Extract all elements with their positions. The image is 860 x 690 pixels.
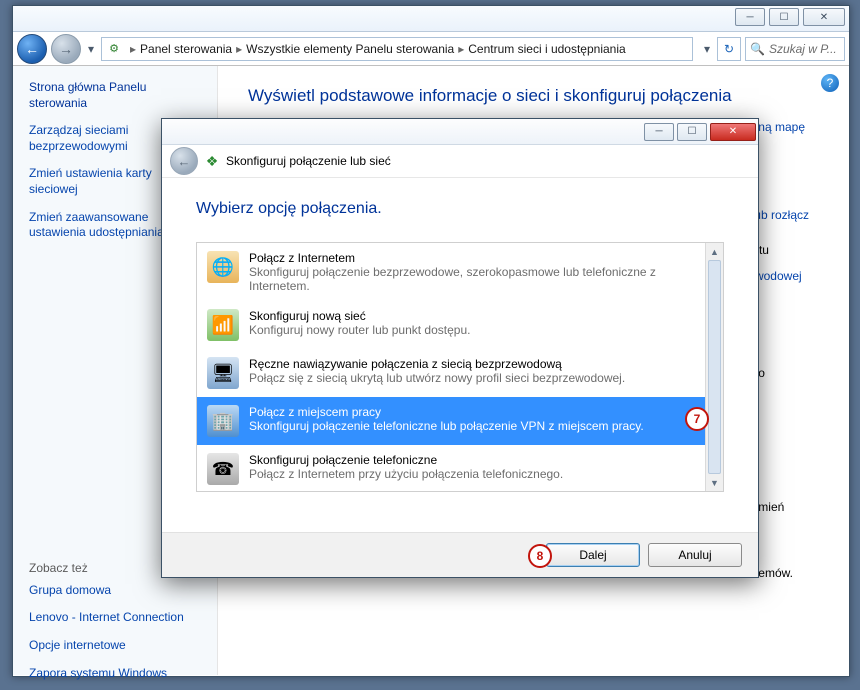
option-manual-wireless[interactable]: 🖥 Ręczne nawiązywanie połączenia z sieci… [197, 349, 723, 397]
nav-history-dropdown[interactable]: ▾ [85, 35, 97, 63]
router-icon: 📶 [207, 309, 239, 341]
main-toolbar: ← → ▾ ⚙ ▸ Panel sterowania ▸ Wszystkie e… [13, 32, 849, 66]
next-button[interactable]: Dalej [546, 543, 640, 567]
page-title: Wyświetl podstawowe informacje o sieci i… [248, 86, 819, 106]
monitor-wireless-icon: 🖥 [207, 357, 239, 389]
option-title: Skonfiguruj połączenie telefoniczne [249, 453, 563, 467]
building-icon: 🏢 [207, 405, 239, 437]
breadcrumb-dropdown[interactable]: ▾ [701, 35, 713, 63]
option-title: Połącz z miejscem pracy [249, 405, 644, 419]
option-title: Połącz z Internetem [249, 251, 697, 265]
globe-arrow-icon: 🌐 [207, 251, 239, 283]
breadcrumb[interactable]: ⚙ ▸ Panel sterowania ▸ Wszystkie element… [101, 37, 693, 61]
close-button[interactable]: ✕ [803, 8, 845, 26]
option-desc: Konfiguruj nowy router lub punkt dostępu… [249, 323, 470, 337]
breadcrumb-seg3[interactable]: Centrum sieci i udostępniania [468, 42, 625, 56]
dialog-button-bar: 8 Dalej Anuluj [162, 532, 758, 577]
wizard-dialog: ─ ☐ ✕ ← ❖ Skonfiguruj połączenie lub sie… [161, 118, 759, 578]
control-panel-icon: ⚙ [106, 41, 122, 57]
search-icon: 🔍 [750, 42, 765, 56]
phone-icon: ☎ [207, 453, 239, 485]
search-placeholder: Szukaj w P... [769, 42, 837, 56]
sidebar-sa-inetopts[interactable]: Opcje internetowe [29, 638, 201, 654]
option-desc: Połącz się z siecią ukrytą lub utwórz no… [249, 371, 625, 385]
minimize-button[interactable]: ─ [735, 8, 765, 26]
dialog-content: Wybierz opcję połączenia. 🌐 Połącz z Int… [162, 178, 758, 502]
option-list-scrollbar[interactable]: ▲ ▼ [705, 243, 723, 491]
dialog-minimize-button[interactable]: ─ [644, 123, 674, 141]
refresh-button[interactable]: ↻ [717, 37, 741, 61]
option-desc: Połącz z Internetem przy użyciu połączen… [249, 467, 563, 481]
nav-forward-button[interactable]: → [51, 34, 81, 64]
search-input[interactable]: 🔍 Szukaj w P... [745, 37, 845, 61]
dialog-titlebar: ─ ☐ ✕ [162, 119, 758, 145]
dialog-maximize-button[interactable]: ☐ [677, 123, 707, 141]
annotation-badge-8: 8 [528, 544, 552, 568]
dialog-back-button[interactable]: ← [170, 147, 198, 175]
sidebar-sa-firewall[interactable]: Zapora systemu Windows [29, 666, 201, 682]
dialog-heading: Wybierz opcję połączenia. [196, 200, 724, 218]
sidebar-sa-homegroup[interactable]: Grupa domowa [29, 583, 201, 599]
sidebar-sa-lenovo[interactable]: Lenovo - Internet Connection [29, 610, 201, 626]
annotation-badge-7: 7 [685, 407, 709, 431]
scroll-up-icon[interactable]: ▲ [706, 243, 723, 260]
help-icon[interactable]: ? [821, 74, 839, 92]
breadcrumb-seg1[interactable]: Panel sterowania [140, 42, 232, 56]
option-connect-workplace[interactable]: 🏢 Połącz z miejscem pracy Skonfiguruj po… [197, 397, 723, 445]
option-title: Skonfiguruj nową sieć [249, 309, 470, 323]
cancel-button[interactable]: Anuluj [648, 543, 742, 567]
dialog-close-button[interactable]: ✕ [710, 123, 756, 141]
dialog-title: Skonfiguruj połączenie lub sieć [226, 154, 391, 168]
option-connect-internet[interactable]: 🌐 Połącz z Internetem Skonfiguruj połącz… [197, 243, 723, 301]
dialog-header: ← ❖ Skonfiguruj połączenie lub sieć [162, 145, 758, 178]
scroll-down-icon[interactable]: ▼ [706, 474, 723, 491]
network-wizard-icon: ❖ [204, 153, 220, 169]
option-desc: Skonfiguruj połączenie bezprzewodowe, sz… [249, 265, 697, 293]
sidebar-home-link[interactable]: Strona główna Panelu sterowania [29, 80, 201, 111]
option-title: Ręczne nawiązywanie połączenia z siecią … [249, 357, 625, 371]
breadcrumb-seg2[interactable]: Wszystkie elementy Panelu sterowania [246, 42, 454, 56]
option-desc: Skonfiguruj połączenie telefoniczne lub … [249, 419, 644, 433]
main-titlebar: ─ ☐ ✕ [13, 6, 849, 32]
nav-back-button[interactable]: ← [17, 34, 47, 64]
scroll-thumb[interactable] [708, 260, 721, 474]
option-dialup[interactable]: ☎ Skonfiguruj połączenie telefoniczne Po… [197, 445, 723, 492]
maximize-button[interactable]: ☐ [769, 8, 799, 26]
option-setup-network[interactable]: 📶 Skonfiguruj nową sieć Konfiguruj nowy … [197, 301, 723, 349]
option-list: 🌐 Połącz z Internetem Skonfiguruj połącz… [196, 242, 724, 492]
